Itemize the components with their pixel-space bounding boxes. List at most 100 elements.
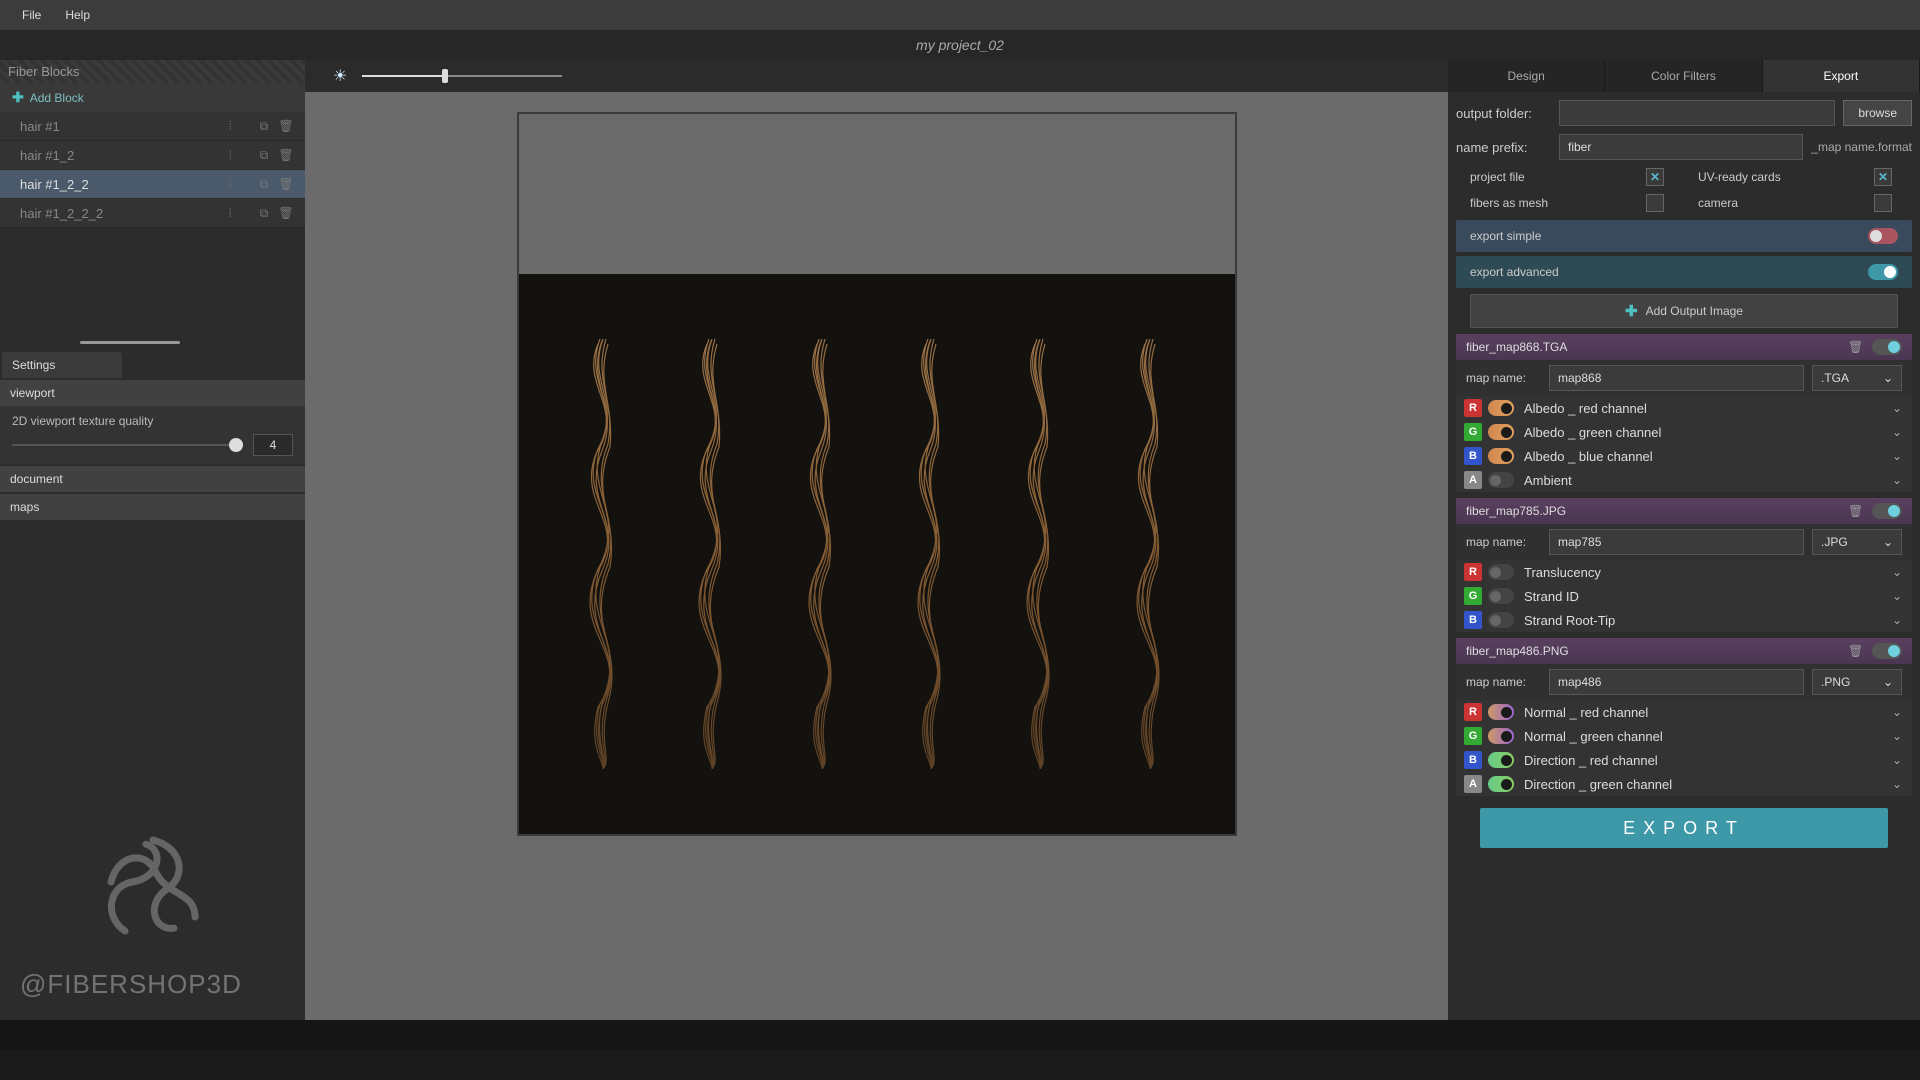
chevron-down-icon[interactable]: ⌄ — [1892, 705, 1902, 719]
chevron-down-icon[interactable]: ⌄ — [1892, 565, 1902, 579]
format-select[interactable]: .PNG⌄ — [1812, 669, 1902, 695]
settings-tab[interactable]: Settings — [2, 352, 122, 378]
channel-chip: G — [1464, 727, 1482, 745]
chevron-down-icon[interactable]: ⌄ — [1892, 753, 1902, 767]
channel-toggle[interactable] — [1488, 400, 1514, 416]
chevron-down-icon[interactable]: ⌄ — [1892, 449, 1902, 463]
chevron-down-icon: ⌄ — [1883, 371, 1893, 385]
map-name-input[interactable] — [1549, 365, 1804, 391]
main: Fiber Blocks ✚ Add Block hair #1⦙⦙⧉🗑hair… — [0, 60, 1920, 1020]
channel-label: Translucency — [1520, 565, 1886, 580]
browse-button[interactable]: browse — [1843, 100, 1912, 126]
viewport: ☀ — [305, 60, 1448, 1020]
chevron-down-icon[interactable]: ⌄ — [1892, 777, 1902, 791]
block-item[interactable]: hair #1⦙⦙ ⧉🗑 — [0, 112, 305, 141]
chevron-down-icon[interactable]: ⌄ — [1892, 473, 1902, 487]
chevron-down-icon[interactable]: ⌄ — [1892, 613, 1902, 627]
channel-chip: R — [1464, 563, 1482, 581]
map-name-row: map name:.JPG⌄ — [1456, 524, 1912, 560]
output-toggle[interactable] — [1872, 643, 1902, 659]
duplicate-icon[interactable]: ⧉ — [255, 117, 273, 135]
section-viewport[interactable]: viewport — [0, 380, 305, 406]
menu-help[interactable]: Help — [53, 4, 102, 26]
map-name-label: map name: — [1466, 675, 1541, 689]
section-document[interactable]: document — [0, 466, 305, 492]
add-block-label: Add Block — [30, 91, 84, 105]
drag-handle-icon[interactable]: ⦙⦙ — [229, 206, 241, 221]
output-folder-input[interactable] — [1559, 100, 1835, 126]
add-block-button[interactable]: ✚ Add Block — [0, 83, 305, 112]
trash-icon[interactable]: 🗑 — [1848, 644, 1864, 658]
trash-icon[interactable]: 🗑 — [1848, 504, 1864, 518]
channel-toggle[interactable] — [1488, 728, 1514, 744]
channel-chip: B — [1464, 447, 1482, 465]
tab-design[interactable]: Design — [1448, 60, 1605, 92]
channel-toggle[interactable] — [1488, 564, 1514, 580]
channel-label: Strand ID — [1520, 589, 1886, 604]
output-toggle[interactable] — [1872, 339, 1902, 355]
block-item[interactable]: hair #1_2_2_2⦙⦙⧉🗑 — [0, 199, 305, 228]
output-toggle[interactable] — [1872, 503, 1902, 519]
block-list-spacer — [0, 228, 305, 348]
chevron-down-icon[interactable]: ⌄ — [1892, 425, 1902, 439]
chevron-down-icon[interactable]: ⌄ — [1892, 589, 1902, 603]
channel-toggle[interactable] — [1488, 472, 1514, 488]
channel-toggle[interactable] — [1488, 612, 1514, 628]
quality-value[interactable]: 4 — [253, 434, 293, 456]
canvas[interactable] — [305, 92, 1448, 1020]
camera-checkbox[interactable] — [1874, 194, 1892, 212]
export-simple-toggle[interactable] — [1868, 228, 1898, 244]
project-file-label: project file — [1470, 170, 1525, 184]
duplicate-icon[interactable]: ⧉ — [255, 175, 273, 193]
chevron-down-icon[interactable]: ⌄ — [1892, 729, 1902, 743]
channel-toggle[interactable] — [1488, 752, 1514, 768]
output-block: fiber_map486.PNG🗑map name:.PNG⌄RNormal _… — [1456, 638, 1912, 796]
block-item[interactable]: hair #1_2⦙⦙ ⧉🗑 — [0, 141, 305, 170]
duplicate-icon[interactable]: ⧉ — [255, 146, 273, 164]
duplicate-icon[interactable]: ⧉ — [255, 204, 273, 222]
output-block: fiber_map868.TGA🗑map name:.TGA⌄RAlbedo _… — [1456, 334, 1912, 492]
channel-row: GStrand ID⌄ — [1456, 584, 1912, 608]
quality-slider[interactable] — [12, 444, 243, 446]
add-output-button[interactable]: ✚ Add Output Image — [1470, 294, 1898, 328]
channel-toggle[interactable] — [1488, 588, 1514, 604]
project-file-checkbox[interactable] — [1646, 168, 1664, 186]
map-name-input[interactable] — [1549, 669, 1804, 695]
output-header: fiber_map486.PNG🗑 — [1456, 638, 1912, 664]
channel-row: R Translucency ⌄ — [1456, 560, 1912, 584]
export-advanced-row[interactable]: export advanced — [1456, 256, 1912, 288]
menu-file[interactable]: File — [10, 4, 53, 26]
map-name-input[interactable] — [1549, 529, 1804, 555]
chevron-down-icon[interactable]: ⌄ — [1892, 401, 1902, 415]
block-label: hair #1_2 — [20, 148, 229, 163]
channel-toggle[interactable] — [1488, 448, 1514, 464]
light-slider[interactable] — [362, 66, 562, 86]
section-maps[interactable]: maps — [0, 494, 305, 520]
fibers-mesh-checkbox[interactable] — [1646, 194, 1664, 212]
channel-label: Ambient — [1520, 473, 1886, 488]
export-advanced-toggle[interactable] — [1868, 264, 1898, 280]
tab-color-filters[interactable]: Color Filters — [1605, 60, 1762, 92]
trash-icon[interactable]: 🗑 — [277, 175, 295, 193]
name-prefix-input[interactable] — [1559, 134, 1803, 160]
trash-icon[interactable]: 🗑 — [277, 117, 295, 135]
channel-row: BDirection _ red channel⌄ — [1456, 748, 1912, 772]
export-simple-row[interactable]: export simple — [1456, 220, 1912, 252]
drag-handle-icon[interactable]: ⦙⦙ — [229, 119, 241, 134]
drag-handle-icon[interactable]: ⦙⦙ — [229, 177, 241, 192]
trash-icon[interactable]: 🗑 — [1848, 340, 1864, 354]
uv-cards-checkbox[interactable] — [1874, 168, 1892, 186]
tab-export[interactable]: Export — [1763, 60, 1920, 92]
channel-toggle[interactable] — [1488, 704, 1514, 720]
export-button[interactable]: EXPORT — [1480, 808, 1888, 848]
trash-icon[interactable]: 🗑 — [277, 204, 295, 222]
block-label: hair #1 — [20, 119, 229, 134]
format-select[interactable]: .TGA⌄ — [1812, 365, 1902, 391]
trash-icon[interactable]: 🗑 — [277, 146, 295, 164]
channel-toggle[interactable] — [1488, 776, 1514, 792]
format-select[interactable]: .JPG⌄ — [1812, 529, 1902, 555]
output-list: fiber_map868.TGA🗑map name:.TGA⌄RAlbedo _… — [1456, 334, 1912, 796]
drag-handle-icon[interactable]: ⦙⦙ — [229, 148, 241, 163]
channel-toggle[interactable] — [1488, 424, 1514, 440]
block-item[interactable]: hair #1_2_2⦙⦙⧉🗑 — [0, 170, 305, 199]
